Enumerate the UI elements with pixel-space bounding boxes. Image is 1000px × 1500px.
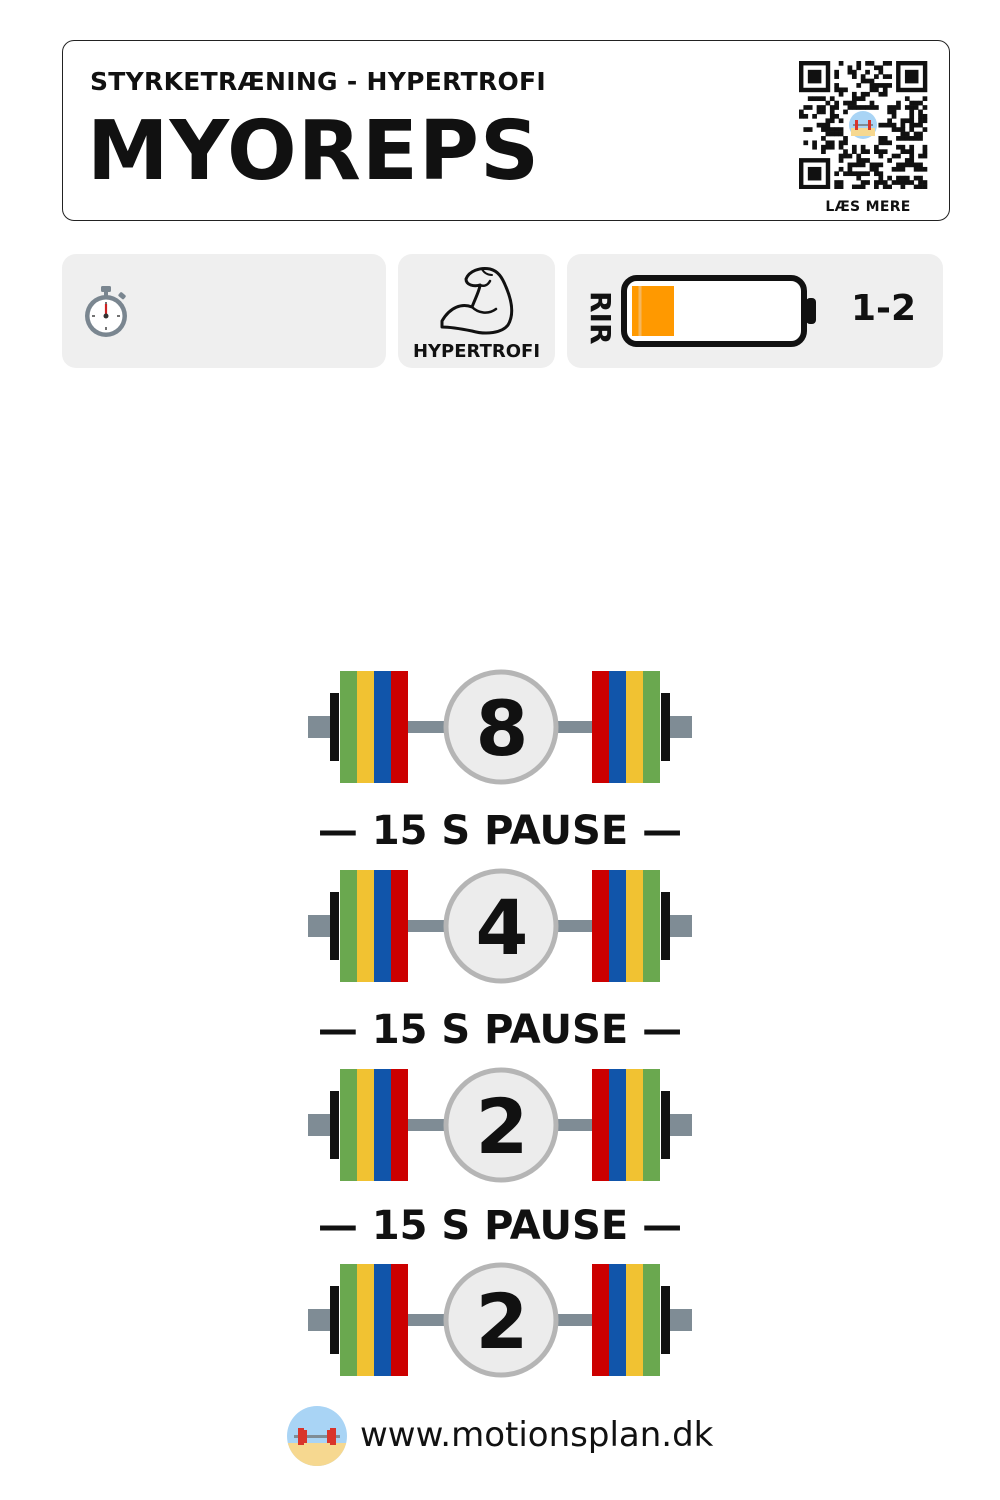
page-subtitle: STYRKETRÆNING - HYPERTROFI <box>90 67 547 96</box>
qr-caption: LÆS MERE <box>825 199 911 215</box>
rir-label: RIR <box>584 291 617 345</box>
battery-icon <box>621 274 821 352</box>
rest-timer-box <box>62 254 386 368</box>
training-goal-label: HYPERTROFI <box>412 341 541 362</box>
rep-count: 2 <box>475 1082 529 1171</box>
stopwatch-icon <box>82 285 130 343</box>
battery-level-fill <box>632 286 674 336</box>
set-barbell: 2 <box>300 1066 700 1184</box>
set-barbell: 8 <box>300 668 700 786</box>
qr-code-icon <box>799 61 928 189</box>
rep-count: 8 <box>475 684 529 773</box>
set-barbell: 2 <box>300 1261 700 1379</box>
page-title: MYOREPS <box>87 104 541 199</box>
footer: www.motionsplan.dk <box>286 1405 726 1467</box>
header-card: STYRKETRÆNING - HYPERTROFI MYOREPS LÆS M… <box>62 40 950 221</box>
rir-value: 1-2 <box>851 288 917 329</box>
rep-count: 2 <box>475 1277 529 1366</box>
website-link[interactable]: www.motionsplan.dk <box>360 1415 713 1455</box>
flexed-arm-icon <box>436 263 518 341</box>
set-barbell: 4 <box>300 867 700 985</box>
pause-label: — 15 S PAUSE — <box>317 1007 683 1053</box>
motionsplan-logo-icon <box>286 1405 348 1471</box>
qr-code[interactable] <box>799 61 929 189</box>
training-goal-box: HYPERTROFI <box>398 254 555 368</box>
rep-count: 4 <box>475 883 529 972</box>
pause-label: — 15 S PAUSE — <box>317 808 683 854</box>
pause-label: — 15 S PAUSE — <box>317 1203 683 1249</box>
rir-box: RIR 1-2 <box>567 254 943 368</box>
